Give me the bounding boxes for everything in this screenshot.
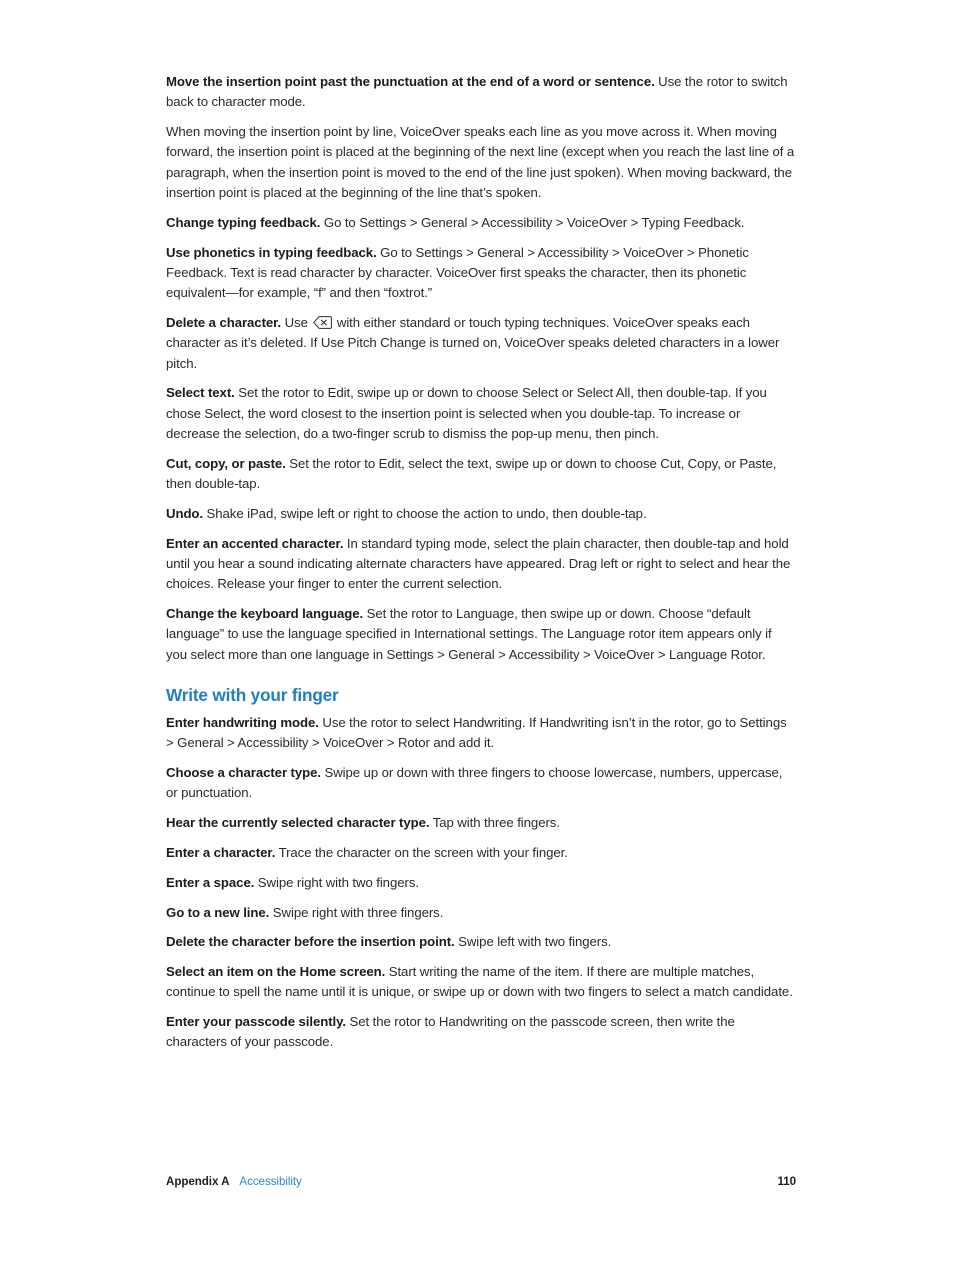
paragraph-change-keyboard-language: Change the keyboard language. Set the ro… — [166, 604, 796, 665]
paragraph-use-phonetics: Use phonetics in typing feedback. Go to … — [166, 243, 796, 304]
paragraph-enter-passcode-silently: Enter your passcode silently. Set the ro… — [166, 1012, 796, 1053]
paragraph-enter-a-character: Enter a character. Trace the character o… — [166, 843, 796, 863]
paragraph-lead: Enter an accented character. — [166, 535, 344, 551]
page-footer: Appendix A Accessibility 110 — [166, 1173, 796, 1191]
paragraph-lead: Use phonetics in typing feedback. — [166, 244, 377, 260]
paragraph-lead: Delete a character. — [166, 314, 282, 330]
paragraph-lead: Change the keyboard language. — [166, 606, 364, 622]
paragraph-lead: Select text. — [166, 385, 235, 401]
footer-appendix-label: Appendix A — [166, 1175, 230, 1188]
paragraph-text: Swipe left with two fingers. — [454, 934, 612, 950]
footer-page-number: 110 — [777, 1175, 796, 1188]
paragraph-text: Swipe right with two fingers. — [254, 874, 419, 890]
paragraph-text-before-icon: Use — [281, 314, 312, 330]
paragraph-text: Set the rotor to Edit, swipe up or down … — [166, 385, 767, 441]
paragraph-hear-selected-character-type: Hear the currently selected character ty… — [166, 813, 796, 833]
paragraph-delete-a-character: Delete a character. Use with either stan… — [166, 313, 796, 374]
paragraph-text: Tap with three fingers. — [429, 815, 560, 831]
paragraph-lead: Hear the currently selected character ty… — [166, 815, 430, 831]
paragraph-lead: Enter a space. — [166, 874, 255, 890]
paragraph-lead: Cut, copy, or paste. — [166, 455, 286, 471]
paragraph-cut-copy-paste: Cut, copy, or paste. Set the rotor to Ed… — [166, 454, 796, 495]
paragraph-lead: Delete the character before the insertio… — [166, 934, 455, 950]
paragraph-enter-handwriting-mode: Enter handwriting mode. Use the rotor to… — [166, 713, 796, 754]
paragraph-lead: Choose a character type. — [166, 765, 321, 781]
paragraph-move-insertion-point: Move the insertion point past the punctu… — [166, 72, 796, 113]
paragraph-lead: Enter a character. — [166, 844, 276, 860]
paragraph-go-to-new-line: Go to a new line. Swipe right with three… — [166, 903, 796, 923]
paragraph-text: Trace the character on the screen with y… — [275, 844, 568, 860]
delete-key-icon — [312, 316, 332, 329]
paragraph-text: When moving the insertion point by line,… — [166, 124, 795, 200]
paragraph-text: Go to Settings > General > Accessibility… — [320, 214, 745, 230]
paragraph-lead: Move the insertion point past the punctu… — [166, 74, 655, 89]
section-heading-write-with-your-finger: Write with your finger — [166, 684, 339, 705]
paragraph-select-item-home-screen: Select an item on the Home screen. Start… — [166, 962, 796, 1003]
paragraph-lead: Undo. — [166, 505, 204, 521]
paragraph-change-typing-feedback: Change typing feedback. Go to Settings >… — [166, 213, 796, 233]
paragraph-enter-a-space: Enter a space. Swipe right with two fing… — [166, 873, 796, 893]
paragraph-lead: Change typing feedback. — [166, 214, 321, 230]
paragraph-text: Shake iPad, swipe left or right to choos… — [203, 505, 647, 521]
paragraph-delete-character-before-insertion-point: Delete the character before the insertio… — [166, 932, 796, 952]
document-page: Move the insertion point past the punctu… — [166, 72, 796, 1053]
paragraph-lead: Select an item on the Home screen. — [166, 964, 386, 980]
paragraph-undo: Undo. Shake iPad, swipe left or right to… — [166, 504, 796, 524]
paragraph-enter-accented-character: Enter an accented character. In standard… — [166, 534, 796, 595]
paragraph-choose-character-type: Choose a character type. Swipe up or dow… — [166, 763, 796, 804]
paragraph-lead: Enter your passcode silently. — [166, 1014, 347, 1030]
paragraph-lead: Enter handwriting mode. — [166, 714, 319, 730]
paragraph-moving-by-line: When moving the insertion point by line,… — [166, 122, 796, 203]
paragraph-lead: Go to a new line. — [166, 904, 270, 920]
paragraph-text: Swipe right with three fingers. — [269, 904, 444, 920]
footer-chapter-link[interactable]: Accessibility — [239, 1175, 301, 1188]
paragraph-select-text: Select text. Set the rotor to Edit, swip… — [166, 383, 796, 444]
